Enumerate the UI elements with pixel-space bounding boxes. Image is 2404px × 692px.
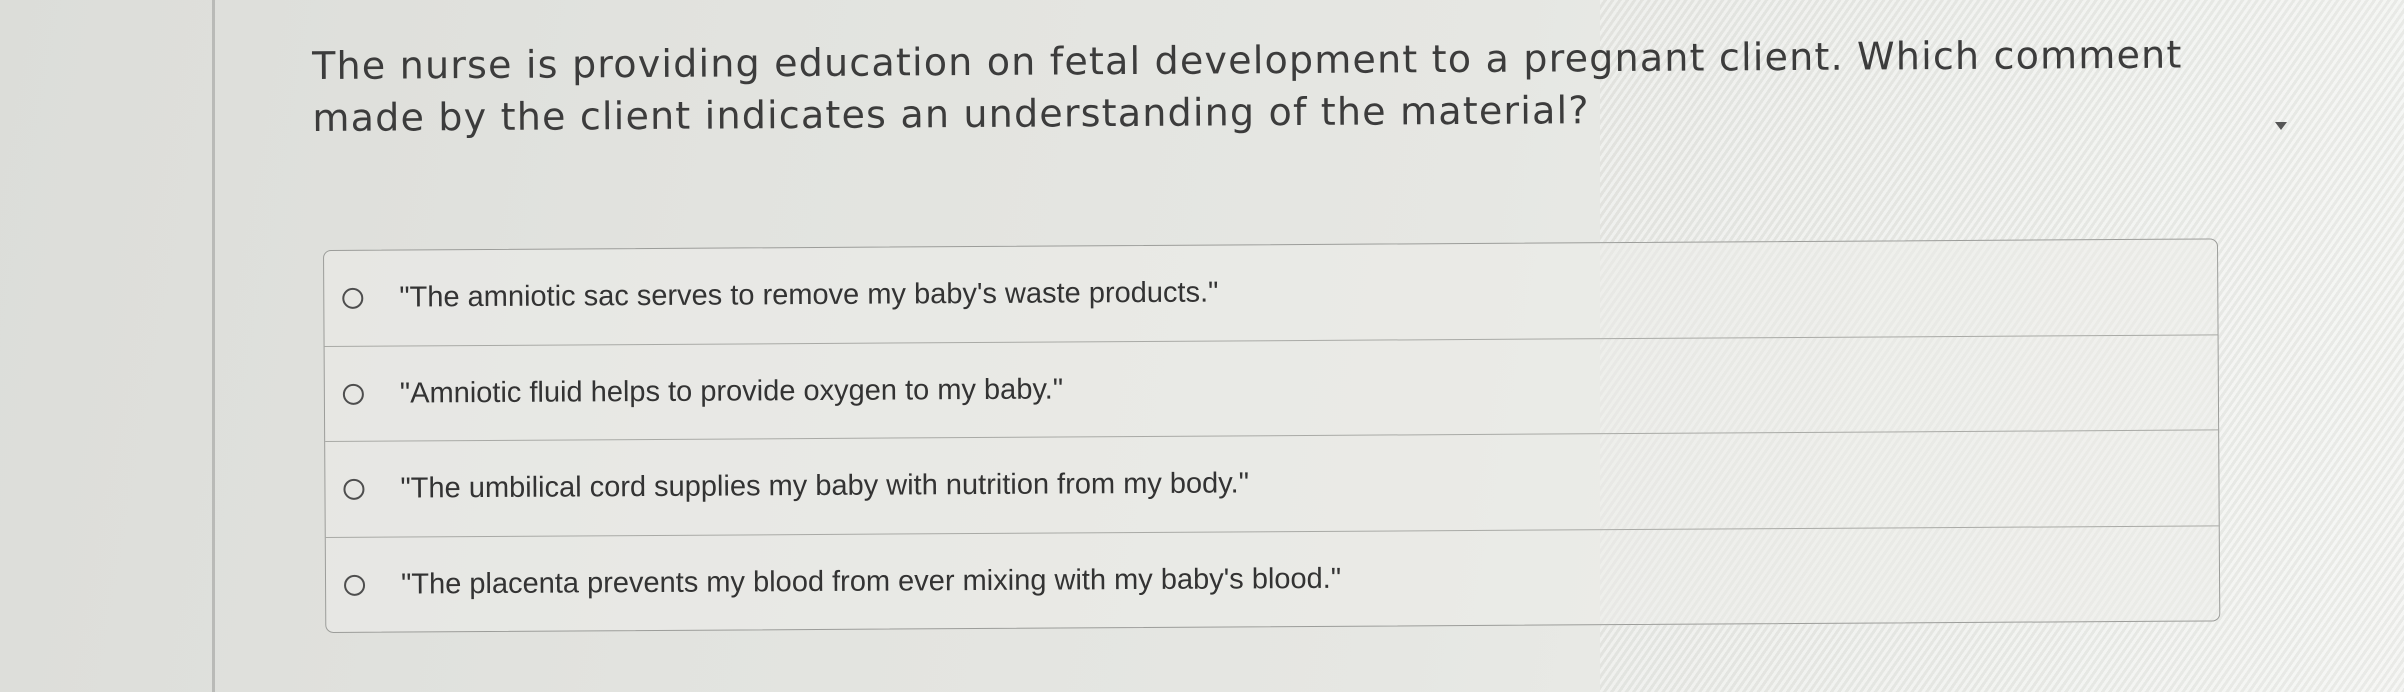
answer-options: "The amniotic sac serves to remove my ba…: [323, 238, 2221, 633]
screen: The nurse is providing education on feta…: [0, 0, 2404, 692]
answer-option-2[interactable]: "Amniotic fluid helps to provide oxygen …: [324, 334, 2219, 442]
answer-option-label: "The umbilical cord supplies my baby wit…: [400, 467, 1250, 505]
radio-unchecked-icon[interactable]: [343, 574, 366, 597]
answer-option-label: "The placenta prevents my blood from eve…: [400, 563, 1342, 601]
question-text: The nurse is providing education on feta…: [312, 32, 2183, 140]
radio-unchecked-icon[interactable]: [342, 383, 364, 405]
answer-option-label: "Amniotic fluid helps to provide oxygen …: [399, 373, 1064, 410]
answer-option-label: "The amniotic sac serves to remove my ba…: [399, 276, 1219, 314]
answer-option-3[interactable]: "The umbilical cord supplies my baby wit…: [325, 430, 2219, 538]
radio-unchecked-icon[interactable]: [342, 288, 364, 310]
answer-option-1[interactable]: "The amniotic sac serves to remove my ba…: [324, 239, 2218, 347]
page-left-border: [212, 0, 215, 692]
answer-option-4[interactable]: "The placenta prevents my blood from eve…: [326, 526, 2220, 633]
caret-down-icon[interactable]: [2275, 122, 2287, 130]
radio-unchecked-icon[interactable]: [343, 479, 365, 501]
